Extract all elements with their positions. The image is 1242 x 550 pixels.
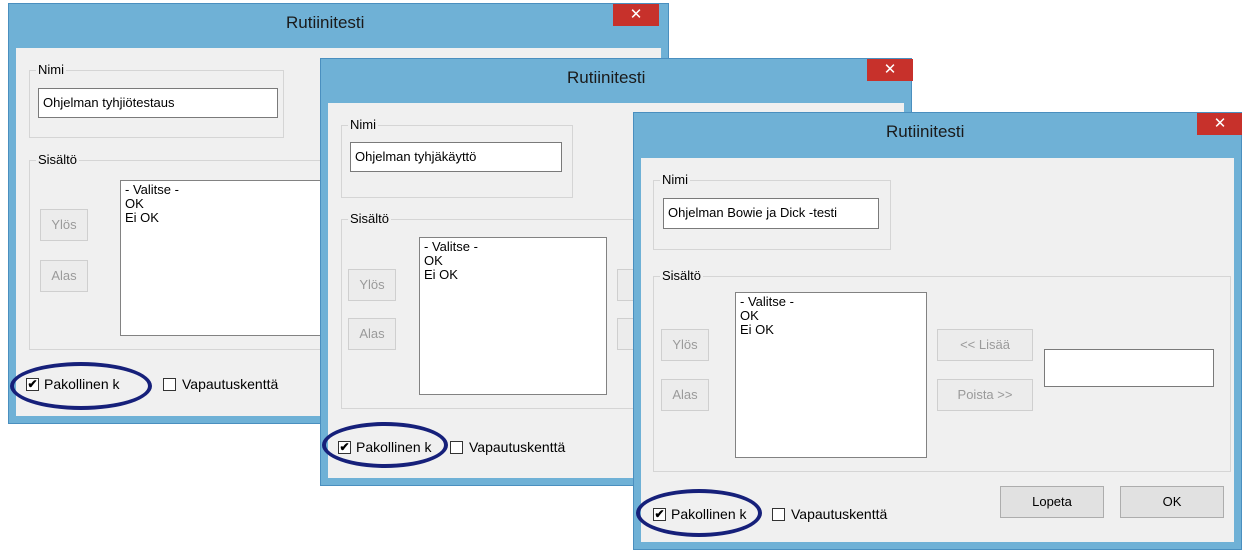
dialog-body: Nimi Ohjelman Bowie ja Dick -testi Sisäl… (641, 158, 1234, 542)
list-item[interactable]: Ei OK (424, 268, 602, 282)
highlight-oval (10, 362, 152, 410)
options-listbox[interactable]: - Valitse - OK Ei OK (120, 180, 325, 336)
list-item[interactable]: OK (125, 197, 320, 211)
close-button[interactable]: ✕ (867, 59, 913, 81)
list-item[interactable]: Ei OK (125, 211, 320, 225)
new-item-input[interactable] (1044, 349, 1214, 387)
name-group-label: Nimi (660, 172, 690, 187)
content-group-label: Sisältö (36, 152, 80, 167)
list-item[interactable]: - Valitse - (740, 295, 922, 309)
exemption-label: Vapautuskenttä (182, 376, 279, 392)
name-input[interactable]: Ohjelman Bowie ja Dick -testi (663, 198, 879, 229)
content-group-label: Sisältö (660, 268, 704, 283)
exemption-checkbox[interactable] (163, 378, 176, 391)
move-down-button[interactable]: Alas (661, 379, 709, 411)
content-group-label: Sisältö (348, 211, 392, 226)
ok-button[interactable]: OK (1120, 486, 1224, 518)
exemption-label: Vapautuskenttä (791, 506, 888, 522)
dialog-window-3: Rutiinitesti ✕ Nimi Ohjelman Bowie ja Di… (633, 112, 1242, 550)
move-down-button[interactable]: Alas (40, 260, 88, 292)
name-group-label: Nimi (36, 62, 66, 77)
exemption-checkbox[interactable] (772, 508, 785, 521)
title-bar[interactable]: Rutiinitesti ✕ (634, 113, 1242, 151)
window-title: Rutiinitesti (286, 13, 365, 32)
list-item[interactable]: OK (424, 254, 602, 268)
remove-button[interactable]: Poista >> (937, 379, 1033, 411)
move-up-button[interactable]: Ylös (348, 269, 396, 301)
close-button[interactable]: ✕ (1197, 113, 1242, 135)
move-down-button[interactable]: Alas (348, 318, 396, 350)
name-input[interactable]: Ohjelman tyhjiötestaus (38, 88, 278, 118)
move-up-button[interactable]: Ylös (40, 209, 88, 241)
options-listbox[interactable]: - Valitse - OK Ei OK (735, 292, 927, 458)
name-input[interactable]: Ohjelman tyhjäkäyttö (350, 142, 562, 172)
list-item[interactable]: - Valitse - (424, 240, 602, 254)
exemption-checkbox[interactable] (450, 441, 463, 454)
close-button[interactable]: ✕ (613, 4, 659, 26)
options-listbox[interactable]: - Valitse - OK Ei OK (419, 237, 607, 395)
title-bar[interactable]: Rutiinitesti ✕ (9, 4, 668, 42)
list-item[interactable]: - Valitse - (125, 183, 320, 197)
name-group-label: Nimi (348, 117, 378, 132)
move-up-button[interactable]: Ylös (661, 329, 709, 361)
list-item[interactable]: OK (740, 309, 922, 323)
highlight-oval (636, 489, 762, 537)
list-item[interactable]: Ei OK (740, 323, 922, 337)
title-bar[interactable]: Rutiinitesti ✕ (321, 59, 913, 97)
cancel-button[interactable]: Lopeta (1000, 486, 1104, 518)
highlight-oval (322, 422, 448, 468)
exemption-label: Vapautuskenttä (469, 439, 566, 455)
window-title: Rutiinitesti (567, 68, 646, 87)
add-button[interactable]: << Lisää (937, 329, 1033, 361)
window-title: Rutiinitesti (886, 122, 965, 141)
